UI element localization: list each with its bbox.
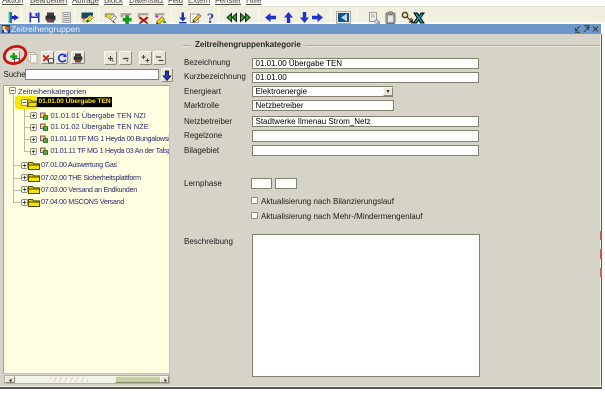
- svg-text:?: ?: [207, 11, 214, 24]
